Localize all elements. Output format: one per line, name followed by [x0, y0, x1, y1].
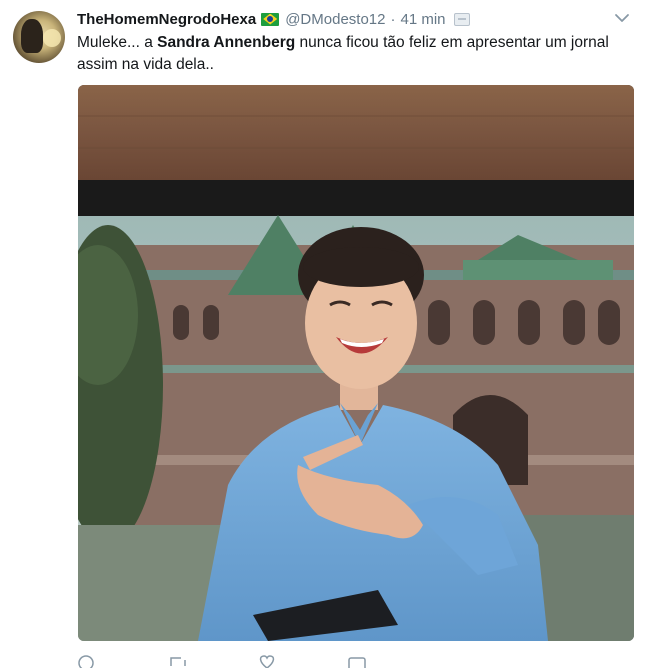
tweet-actions: [77, 654, 477, 668]
avatar[interactable]: [13, 11, 65, 63]
tweet-header: TheHomemNegrodoHexa @DModesto12 · 41 min: [77, 9, 470, 29]
tweet-card[interactable]: TheHomemNegrodoHexa @DModesto12 · 41 min…: [0, 0, 645, 668]
reply-icon: [78, 655, 94, 668]
avatar-figure: [21, 19, 43, 53]
brazil-flag-icon: [261, 12, 280, 26]
timestamp[interactable]: 41 min: [400, 11, 445, 28]
display-name[interactable]: TheHomemNegrodoHexa: [77, 11, 256, 28]
translate-icon[interactable]: [453, 12, 470, 26]
tweet-photo[interactable]: [78, 85, 634, 641]
chevron-down-icon[interactable]: [614, 12, 630, 24]
tweet-text: Muleke... a Sandra Annenberg nunca ficou…: [77, 32, 625, 76]
dm-button[interactable]: [347, 654, 437, 668]
retweet-button[interactable]: [167, 654, 257, 668]
retweet-icon: [170, 657, 186, 666]
separator-dot: ·: [390, 10, 396, 28]
heart-icon: [259, 655, 275, 668]
like-button[interactable]: [257, 654, 347, 668]
direct-message-icon: [348, 657, 366, 668]
reply-button[interactable]: [77, 654, 167, 668]
avatar-background: [43, 29, 61, 47]
tweet-text-highlight: Sandra Annenberg: [157, 34, 296, 51]
user-handle[interactable]: @DModesto12: [285, 11, 385, 28]
photo-illustration: [78, 85, 634, 641]
tweet-text-prefix: Muleke... a: [77, 34, 158, 51]
